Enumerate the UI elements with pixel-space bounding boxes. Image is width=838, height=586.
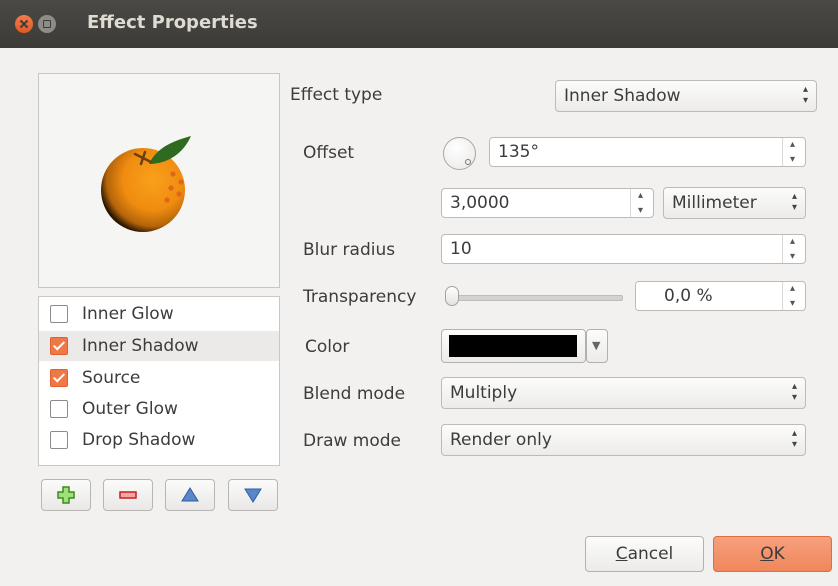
move-down-icon	[244, 488, 262, 503]
transparency-spinner[interactable]	[782, 282, 805, 310]
offset-distance-spinner[interactable]	[630, 189, 653, 217]
color-swatch	[449, 335, 577, 357]
transparency-label: Transparency	[303, 287, 417, 307]
effect-type-value: Inner Shadow	[564, 86, 681, 106]
blur-radius-value: 10	[450, 239, 472, 259]
transparency-slider-handle[interactable]	[445, 286, 459, 306]
move-down-button[interactable]	[228, 479, 278, 511]
effect-item-inner-glow[interactable]: Inner Glow	[39, 299, 279, 329]
offset-angle-value: 135°	[498, 142, 539, 162]
offset-unit-value: Millimeter	[672, 193, 757, 213]
source-checkbox[interactable]	[50, 369, 68, 387]
move-up-button[interactable]	[165, 479, 215, 511]
effect-label: Drop Shadow	[82, 430, 196, 450]
remove-effect-icon	[119, 491, 137, 499]
close-window-icon[interactable]	[15, 15, 33, 33]
maximize-window-icon[interactable]	[38, 15, 56, 33]
draw-mode-label: Draw mode	[303, 431, 402, 451]
cancel-label: ancel	[627, 544, 674, 564]
offset-distance-value: 3,0000	[450, 193, 510, 213]
combo-arrows-icon: ▴ ▾	[791, 381, 797, 403]
color-menu-button[interactable]: ▼	[586, 329, 608, 363]
transparency-value: 0,0 %	[664, 286, 713, 306]
effect-label: Source	[82, 368, 141, 388]
combo-arrows-icon: ▴ ▾	[802, 84, 808, 106]
color-button[interactable]	[441, 329, 586, 363]
effect-type-combo[interactable]: Inner Shadow ▴ ▾	[555, 80, 817, 112]
add-effect-button[interactable]	[41, 479, 91, 511]
add-effect-icon	[57, 486, 75, 504]
effect-preview	[38, 73, 280, 288]
chevron-down-icon: ▼	[592, 339, 601, 352]
inner-shadow-checkbox[interactable]	[50, 337, 68, 355]
blend-mode-value: Multiply	[450, 383, 518, 403]
offset-unit-combo[interactable]: Millimeter ▴ ▾	[663, 187, 806, 219]
offset-distance-field[interactable]: 3,0000	[441, 188, 654, 218]
title-bar: Effect Properties	[0, 0, 838, 48]
cancel-button[interactable]: Cancel	[585, 536, 704, 572]
blur-radius-label: Blur radius	[303, 240, 396, 260]
orange-preview-icon	[101, 136, 191, 232]
effect-list[interactable]: Inner Glow Inner Shadow Source Outer Glo…	[38, 296, 280, 466]
blend-mode-label: Blend mode	[303, 384, 406, 404]
draw-mode-combo[interactable]: Render only ▴ ▾	[441, 424, 806, 456]
blend-mode-combo[interactable]: Multiply ▴ ▾	[441, 377, 806, 409]
transparency-slider-track[interactable]	[455, 295, 623, 301]
offset-label: Offset	[303, 143, 355, 163]
effect-item-inner-shadow[interactable]: Inner Shadow	[39, 331, 279, 361]
effect-type-label: Effect type	[290, 85, 383, 105]
remove-effect-button[interactable]	[103, 479, 153, 511]
window-title: Effect Properties	[87, 12, 258, 33]
effect-label: Inner Shadow	[82, 336, 199, 356]
effect-item-drop-shadow[interactable]: Drop Shadow	[39, 425, 279, 455]
draw-mode-value: Render only	[450, 430, 552, 450]
offset-angle-dial[interactable]	[443, 137, 476, 170]
effect-label: Inner Glow	[82, 304, 174, 324]
outer-glow-checkbox[interactable]	[50, 400, 68, 418]
transparency-field[interactable]: 0,0 %	[635, 281, 806, 311]
drop-shadow-checkbox[interactable]	[50, 431, 68, 449]
combo-arrows-icon: ▴ ▾	[791, 428, 797, 450]
offset-angle-spinner[interactable]	[782, 138, 805, 166]
combo-arrows-icon: ▴ ▾	[791, 191, 797, 213]
ok-label: K	[773, 544, 785, 564]
offset-angle-field[interactable]: 135°	[489, 137, 806, 167]
move-up-icon	[181, 487, 199, 502]
color-label: Color	[305, 337, 350, 357]
effect-label: Outer Glow	[82, 399, 178, 419]
inner-glow-checkbox[interactable]	[50, 305, 68, 323]
blur-radius-field[interactable]: 10	[441, 234, 806, 264]
blur-radius-spinner[interactable]	[782, 235, 805, 263]
ok-button[interactable]: OK	[713, 536, 832, 572]
effect-item-source[interactable]: Source	[39, 363, 279, 393]
effect-item-outer-glow[interactable]: Outer Glow	[39, 394, 279, 424]
cancel-mnemonic: C	[615, 544, 628, 564]
ok-mnemonic: O	[760, 544, 774, 564]
